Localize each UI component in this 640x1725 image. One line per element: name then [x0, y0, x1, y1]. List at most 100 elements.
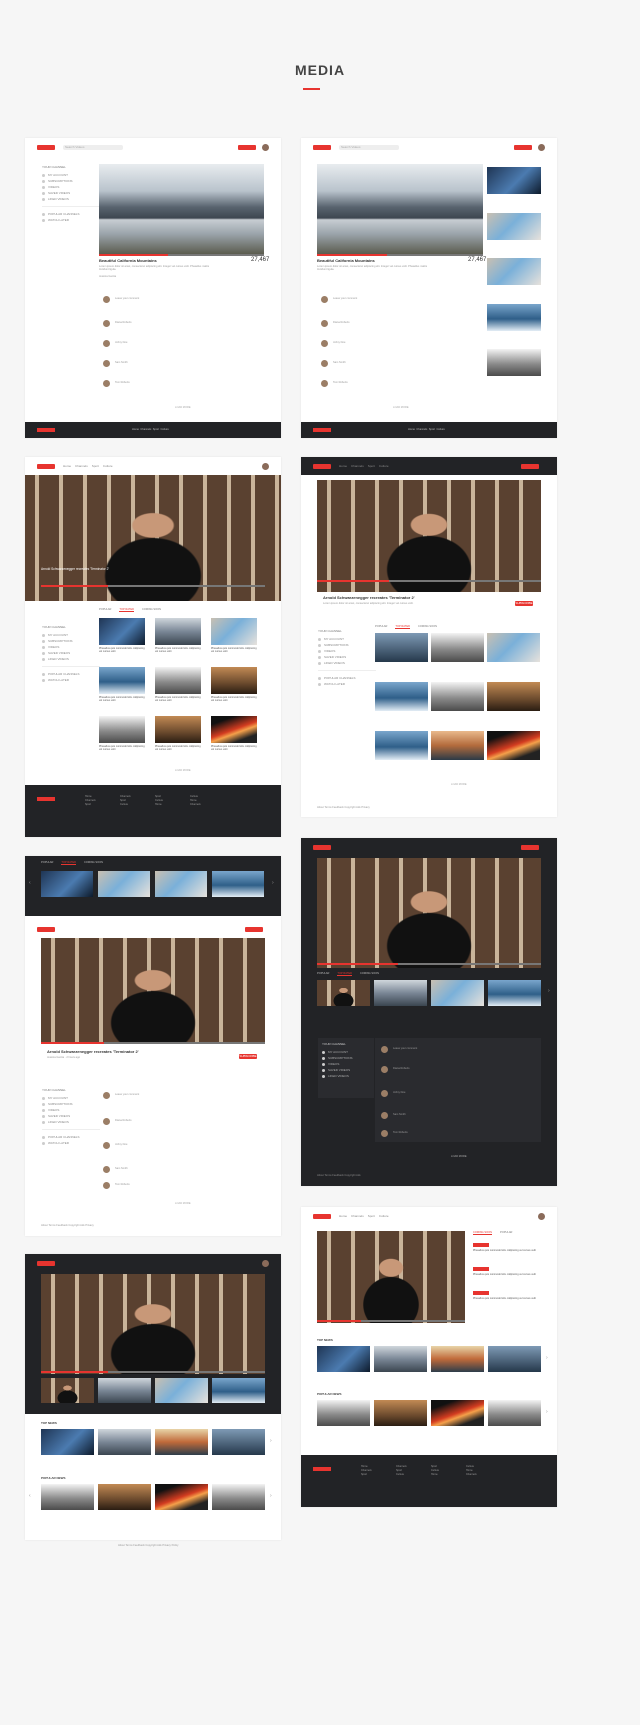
- video-thumbnail[interactable]: [155, 618, 201, 645]
- video-thumbnail[interactable]: [431, 731, 484, 760]
- video-thumbnail[interactable]: [99, 716, 145, 743]
- avatar[interactable]: [538, 1212, 545, 1220]
- hero-video[interactable]: [41, 1274, 265, 1374]
- search-input[interactable]: Search Videos: [339, 144, 399, 150]
- video-thumbnail[interactable]: [375, 633, 428, 662]
- video-thumbnail[interactable]: [155, 716, 201, 743]
- video-player[interactable]: [317, 858, 541, 968]
- news-thumbnail[interactable]: [488, 1346, 541, 1372]
- news-thumbnail[interactable]: [98, 1429, 151, 1455]
- footer-link[interactable]: Sport: [153, 428, 159, 431]
- sidebar-video-thumbnail[interactable]: [487, 167, 541, 194]
- video-thumbnail[interactable]: [99, 667, 145, 694]
- footer-link[interactable]: Channels: [140, 428, 151, 431]
- featured-video[interactable]: [317, 1231, 465, 1323]
- video-player[interactable]: [317, 480, 541, 592]
- footer-logo[interactable]: [37, 428, 55, 432]
- news-thumbnail[interactable]: [374, 1346, 427, 1372]
- sidebar-video-thumbnail[interactable]: [487, 258, 541, 285]
- chevron-left-icon[interactable]: ‹: [29, 1493, 31, 1499]
- avatar[interactable]: [262, 462, 269, 470]
- carousel-thumbnail[interactable]: [155, 871, 207, 897]
- footer-link[interactable]: Home: [132, 428, 139, 431]
- progress-bar[interactable]: [41, 1042, 265, 1044]
- footer-logo[interactable]: [313, 1467, 331, 1471]
- news-thumbnail[interactable]: [98, 1484, 151, 1510]
- comment-input[interactable]: Leave your comment: [103, 1088, 139, 1102]
- video-thumbnail[interactable]: [155, 667, 201, 694]
- video-thumbnail[interactable]: [431, 633, 484, 662]
- video-thumbnail[interactable]: [487, 682, 540, 711]
- subscribe-button[interactable]: SUBSCRIBE: [239, 1054, 257, 1059]
- upload-button[interactable]: [238, 144, 256, 150]
- news-thumbnail[interactable]: [212, 1484, 265, 1510]
- progress-bar[interactable]: [99, 254, 264, 256]
- upload-button[interactable]: [245, 926, 263, 932]
- footer-logo[interactable]: [37, 797, 55, 801]
- video-thumbnail[interactable]: [431, 682, 484, 711]
- chevron-right-icon[interactable]: ›: [270, 1493, 272, 1499]
- video-thumbnail[interactable]: [211, 716, 257, 743]
- news-thumbnail[interactable]: [155, 1484, 208, 1510]
- hero-video[interactable]: [25, 475, 281, 601]
- video-player[interactable]: [317, 164, 483, 254]
- news-thumbnail[interactable]: [212, 1429, 265, 1455]
- logo[interactable]: [313, 1213, 331, 1219]
- video-thumbnail[interactable]: [98, 1378, 151, 1403]
- carousel-thumbnail[interactable]: [212, 871, 264, 897]
- video-thumbnail[interactable]: [431, 980, 484, 1006]
- load-more-button[interactable]: LOAD MORE: [175, 1202, 191, 1205]
- comment-input[interactable]: Leave your comment: [103, 292, 139, 306]
- logo[interactable]: [37, 926, 55, 932]
- news-headline[interactable]: Phasellus quis commodo felis. Adipiscing…: [473, 1297, 539, 1300]
- chevron-right-icon[interactable]: ›: [546, 1355, 548, 1361]
- logo[interactable]: [37, 144, 55, 150]
- video-player[interactable]: [41, 938, 265, 1044]
- progress-bar[interactable]: [317, 580, 541, 582]
- upload-button[interactable]: [521, 463, 539, 469]
- logo[interactable]: [313, 144, 331, 150]
- video-thumbnail[interactable]: [212, 1378, 265, 1403]
- load-more-button[interactable]: LOAD MORE: [175, 769, 191, 772]
- sidebar-item[interactable]: WATCH LATER: [42, 217, 100, 223]
- chevron-right-icon[interactable]: ›: [546, 1409, 548, 1415]
- news-thumbnail[interactable]: [41, 1484, 94, 1510]
- video-thumbnail[interactable]: [375, 731, 428, 760]
- comment-input[interactable]: Leave your comment: [321, 292, 357, 306]
- avatar[interactable]: [262, 143, 269, 151]
- footer-link[interactable]: Culture: [160, 428, 168, 431]
- video-thumbnail[interactable]: [488, 980, 541, 1006]
- news-headline[interactable]: Phasellus quis commodo felis. Adipiscing…: [473, 1273, 539, 1276]
- video-thumbnail[interactable]: [487, 633, 540, 662]
- footer-logo[interactable]: [313, 428, 331, 432]
- sidebar-video-thumbnail[interactable]: [487, 304, 541, 331]
- logo[interactable]: [313, 463, 331, 469]
- avatar[interactable]: [538, 143, 545, 151]
- logo[interactable]: [37, 1260, 55, 1266]
- logo[interactable]: [37, 463, 55, 469]
- sidebar-video-thumbnail[interactable]: [487, 349, 541, 376]
- video-thumbnail[interactable]: [99, 618, 145, 645]
- progress-bar[interactable]: [317, 1320, 465, 1322]
- news-thumbnail[interactable]: [431, 1400, 484, 1426]
- sidebar-video-thumbnail[interactable]: [487, 213, 541, 240]
- video-thumbnail[interactable]: [317, 980, 370, 1006]
- video-thumbnail[interactable]: [211, 667, 257, 694]
- video-thumbnail[interactable]: [41, 1378, 94, 1403]
- subscribe-button[interactable]: SUBSCRIBE: [515, 601, 533, 606]
- load-more-button[interactable]: LOAD MORE: [451, 783, 467, 786]
- comment-input[interactable]: Leave your comment: [381, 1042, 417, 1056]
- video-thumbnail[interactable]: [375, 682, 428, 711]
- progress-bar[interactable]: [41, 585, 265, 587]
- progress-bar[interactable]: [317, 963, 541, 965]
- progress-bar[interactable]: [317, 254, 483, 256]
- avatar[interactable]: [262, 1259, 269, 1267]
- video-player[interactable]: [99, 164, 264, 254]
- logo[interactable]: [313, 844, 331, 850]
- video-thumbnail[interactable]: [155, 1378, 208, 1403]
- chevron-right-icon[interactable]: ›: [548, 988, 550, 994]
- news-thumbnail[interactable]: [317, 1346, 370, 1372]
- upload-button[interactable]: [514, 144, 532, 150]
- news-thumbnail[interactable]: [155, 1429, 208, 1455]
- load-more-button[interactable]: LOAD MORE: [175, 406, 191, 409]
